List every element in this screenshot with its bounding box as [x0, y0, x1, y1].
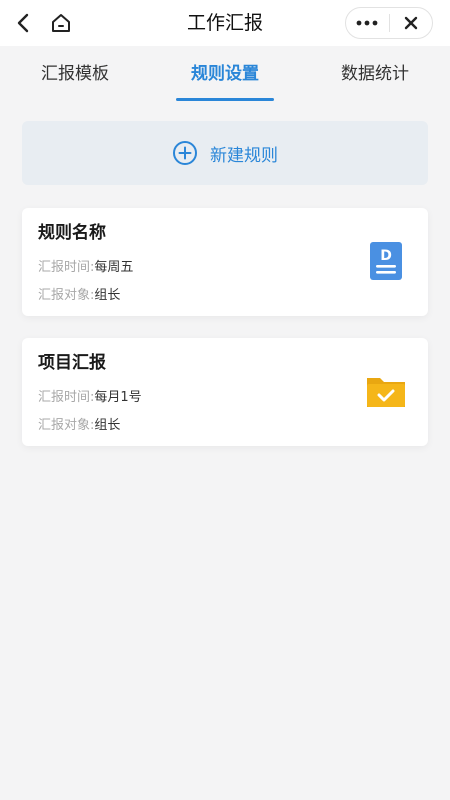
- close-icon: [404, 16, 417, 30]
- close-button[interactable]: [389, 8, 432, 38]
- tab-statistics[interactable]: 数据统计: [320, 46, 430, 102]
- report-time-label: 汇报时间:: [38, 390, 95, 405]
- new-rule-button[interactable]: 新建规则: [22, 121, 428, 185]
- report-time-row: 汇报时间:每周五: [38, 256, 133, 275]
- report-target-row: 汇报对象:组长: [38, 284, 120, 303]
- rule-name: 项目汇报: [38, 353, 106, 373]
- back-button[interactable]: [10, 9, 36, 37]
- report-target-row: 汇报对象:组长: [38, 414, 120, 433]
- report-target-label: 汇报对象:: [38, 288, 95, 303]
- report-time-label: 汇报时间:: [38, 260, 95, 275]
- top-bar: 工作汇报: [0, 0, 450, 46]
- chevron-left-icon: [17, 13, 29, 33]
- report-time-value: 每周五: [94, 260, 134, 275]
- report-target-value: 组长: [94, 418, 121, 433]
- report-target-value: 组长: [94, 288, 121, 303]
- folder-check-icon: [367, 378, 405, 407]
- svg-text:D: D: [380, 248, 392, 264]
- rule-card[interactable]: 项目汇报 汇报时间:每月1号 汇报对象:组长: [22, 338, 428, 446]
- tab-report-templates[interactable]: 汇报模板: [20, 46, 130, 102]
- active-tab-indicator: [176, 98, 274, 101]
- home-button[interactable]: [48, 9, 74, 37]
- rule-card[interactable]: 规则名称 汇报时间:每周五 汇报对象:组长 D: [22, 208, 428, 316]
- plus-circle-icon: [173, 141, 197, 165]
- more-button[interactable]: [346, 8, 389, 38]
- rule-name: 规则名称: [38, 223, 106, 243]
- tab-bar: 汇报模板 规则设置 数据统计: [0, 46, 450, 102]
- report-time-value: 每月1号: [94, 390, 142, 405]
- more-dots-icon: [356, 20, 378, 26]
- report-time-row: 汇报时间:每月1号: [38, 386, 142, 405]
- mini-program-capsule: [345, 7, 433, 39]
- new-rule-label: 新建规则: [210, 145, 278, 166]
- tab-rule-settings[interactable]: 规则设置: [170, 46, 280, 102]
- document-d-icon: D: [370, 242, 402, 280]
- report-target-label: 汇报对象:: [38, 418, 95, 433]
- home-icon: [52, 14, 70, 32]
